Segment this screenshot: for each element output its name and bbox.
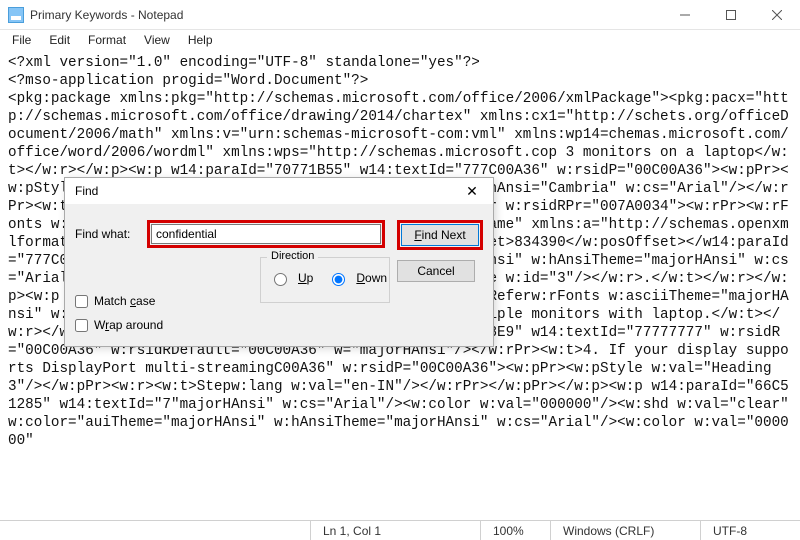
window-title: Primary Keywords - Notepad — [30, 8, 183, 22]
direction-up-radio[interactable] — [274, 273, 287, 286]
maximize-button[interactable] — [708, 0, 754, 30]
close-icon — [772, 10, 782, 20]
find-what-label: Find what: — [75, 227, 139, 241]
direction-legend: Direction — [267, 250, 318, 262]
notepad-icon — [8, 7, 24, 23]
maximize-icon — [726, 10, 736, 20]
wrap-around-checkbox[interactable] — [75, 319, 88, 332]
wrap-around-option[interactable]: Wrap around — [75, 318, 483, 332]
find-dialog-titlebar[interactable]: Find ✕ — [65, 178, 493, 204]
direction-down-radio[interactable] — [332, 273, 345, 286]
direction-group: Direction Up Down — [260, 257, 390, 303]
find-dialog-body: Find what: Find Next Cancel Direction Up — [65, 204, 493, 346]
find-next-label: ind Next — [422, 228, 466, 242]
find-dialog-title: Find — [75, 184, 98, 198]
find-close-button[interactable]: ✕ — [457, 183, 487, 200]
editor-area: Find ✕ Find what: Find Next Cancel Direc… — [0, 50, 800, 520]
close-button[interactable] — [754, 0, 800, 30]
menu-file[interactable]: File — [4, 32, 39, 48]
menu-format[interactable]: Format — [80, 32, 134, 48]
menu-edit[interactable]: Edit — [41, 32, 78, 48]
match-case-checkbox[interactable] — [75, 295, 88, 308]
close-icon: ✕ — [466, 183, 478, 199]
direction-up[interactable]: Up — [269, 270, 313, 286]
find-what-input[interactable] — [151, 224, 381, 244]
minimize-button[interactable] — [662, 0, 708, 30]
find-dialog: Find ✕ Find what: Find Next Cancel Direc… — [64, 177, 494, 347]
status-encoding: UTF-8 — [700, 521, 800, 540]
statusbar: Ln 1, Col 1 100% Windows (CRLF) UTF-8 — [0, 520, 800, 540]
status-eol: Windows (CRLF) — [550, 521, 700, 540]
titlebar: Primary Keywords - Notepad — [0, 0, 800, 30]
minimize-icon — [680, 10, 690, 20]
status-position: Ln 1, Col 1 — [310, 521, 480, 540]
menubar: File Edit Format View Help — [0, 30, 800, 50]
direction-down[interactable]: Down — [327, 270, 387, 286]
status-zoom: 100% — [480, 521, 550, 540]
menu-help[interactable]: Help — [180, 32, 221, 48]
highlight-find-next: Find Next — [397, 220, 483, 250]
highlight-find-input — [147, 220, 385, 248]
find-next-button[interactable]: Find Next — [401, 224, 479, 246]
menu-view[interactable]: View — [136, 32, 178, 48]
cancel-button[interactable]: Cancel — [397, 260, 475, 282]
